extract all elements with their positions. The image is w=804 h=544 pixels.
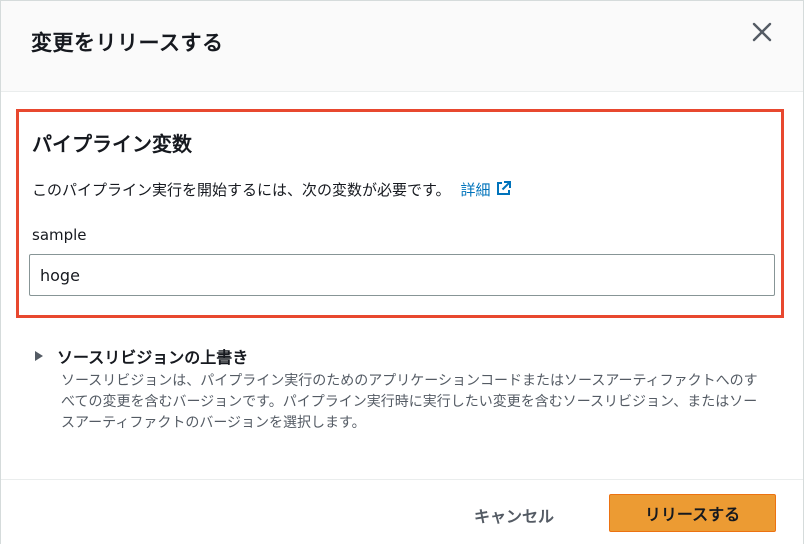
section-title: パイプライン変数 [32,132,192,156]
dialog-header: 変更をリリースする [1,1,803,92]
expander-title: ソースリビジョンの上書き [57,348,249,367]
release-change-dialog: 変更をリリースする パイプライン変数 このパイプライン実行を開始するには、次の変… [0,0,804,544]
section-description: このパイプライン実行を開始するには、次の変数が必要です。 詳細 [32,179,512,201]
external-link-icon [495,180,512,201]
pipeline-variables-section: パイプライン変数 このパイプライン実行を開始するには、次の変数が必要です。 詳細 … [16,109,784,318]
sample-field-label: sample [32,226,87,244]
dialog-title: 変更をリリースする [31,31,224,55]
sample-input[interactable] [29,254,775,296]
learn-more-link[interactable]: 詳細 [461,181,512,199]
release-button[interactable]: リリースする [609,494,776,532]
source-revision-description: ソースリビジョンは、パイプライン実行のためのアプリケーションコードまたはソースア… [61,373,758,431]
close-icon[interactable] [749,19,775,45]
description-text: このパイプライン実行を開始するには、次の変数が必要です。 [32,181,451,199]
source-revision-override-toggle[interactable]: ソースリビジョンの上書き [35,344,248,368]
cancel-button[interactable]: キャンセル [456,496,572,534]
caret-right-icon [35,351,43,361]
dialog-footer: キャンセル リリースする [1,479,803,544]
learn-more-label: 詳細 [460,181,491,199]
